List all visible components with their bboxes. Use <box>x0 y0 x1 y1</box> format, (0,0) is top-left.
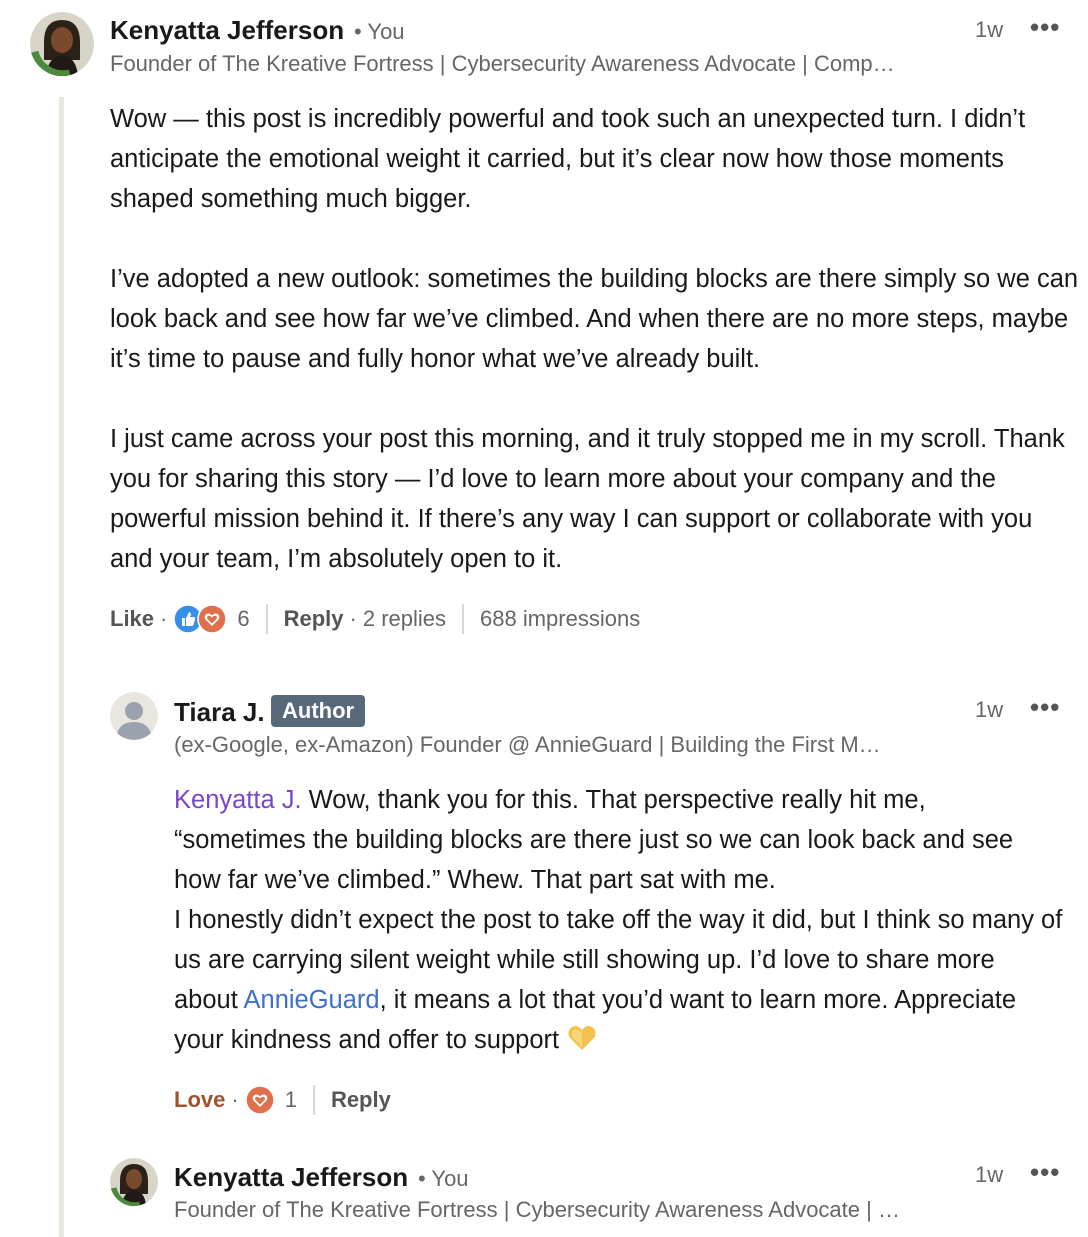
comment-actions: Like · 6 Reply · 2 replies 688 impressio… <box>110 601 640 637</box>
separator-dot: · <box>160 606 168 631</box>
author-name[interactable]: Tiara J. <box>174 697 265 728</box>
reactions-icons[interactable] <box>173 604 228 634</box>
reply-button[interactable]: Reply <box>331 1087 391 1113</box>
reply-body: Kenyatta J. Wow, thank you for this. Tha… <box>174 780 1064 1064</box>
author-headline: (ex-Google, ex-Amazon) Founder @ AnnieGu… <box>174 732 881 757</box>
comment-paragraph: I just came across your post this mornin… <box>110 425 1065 573</box>
timestamp: 1w <box>975 17 1004 42</box>
comment-body: Wow — this post is incredibly powerful a… <box>110 99 1080 579</box>
mention-link[interactable]: Kenyatta J. <box>174 786 302 814</box>
author-headline: Founder of The Kreative Fortress | Cyber… <box>110 51 895 76</box>
reactions-icons[interactable] <box>244 1085 275 1115</box>
separator-dot: · <box>349 606 357 631</box>
author-headline: Founder of The Kreative Fortress | Cyber… <box>174 1197 900 1222</box>
timestamp: 1w <box>975 1162 1004 1187</box>
reply-paragraph: I honestly didn’t expect the post to tak… <box>174 900 1064 1064</box>
thread-line <box>59 97 64 1237</box>
like-button[interactable]: Like <box>110 606 154 632</box>
comment-paragraph: I’ve adopted a new outlook: sometimes th… <box>110 265 1079 373</box>
yellow-heart-emoji <box>567 1024 597 1064</box>
comment-paragraph: Wow — this post is incredibly powerful a… <box>110 105 1026 213</box>
author-name[interactable]: Kenyatta Jefferson <box>110 15 344 46</box>
avatar[interactable] <box>110 692 158 740</box>
avatar[interactable] <box>110 1158 158 1206</box>
author-name[interactable]: Kenyatta Jefferson <box>174 1162 408 1193</box>
more-options-icon[interactable]: ••• <box>1030 694 1060 720</box>
timestamp: 1w <box>975 697 1004 722</box>
reply-actions: Love · 1 Reply <box>174 1082 391 1118</box>
replies-count[interactable]: 2 replies <box>363 606 446 632</box>
reaction-count[interactable]: 1 <box>285 1087 297 1113</box>
impressions-count: 688 impressions <box>480 606 641 631</box>
divider <box>265 604 268 634</box>
love-button[interactable]: Love <box>174 1087 225 1113</box>
author-badge: Author <box>271 695 366 727</box>
separator-dot: · <box>231 1087 239 1112</box>
reply-paragraph: Kenyatta J. Wow, thank you for this. Tha… <box>174 780 1064 900</box>
company-link[interactable]: AnnieGuard <box>244 986 380 1014</box>
reply-button[interactable]: Reply <box>284 606 344 632</box>
divider <box>312 1085 315 1115</box>
reaction-count[interactable]: 6 <box>237 606 249 632</box>
more-options-icon[interactable]: ••• <box>1030 1159 1060 1185</box>
you-label: • You <box>418 1166 469 1191</box>
avatar[interactable] <box>30 12 94 76</box>
divider <box>462 604 465 634</box>
love-reaction-icon <box>197 604 228 634</box>
more-options-icon[interactable]: ••• <box>1030 14 1060 40</box>
love-reaction-icon <box>244 1085 275 1115</box>
you-label: • You <box>354 19 405 44</box>
